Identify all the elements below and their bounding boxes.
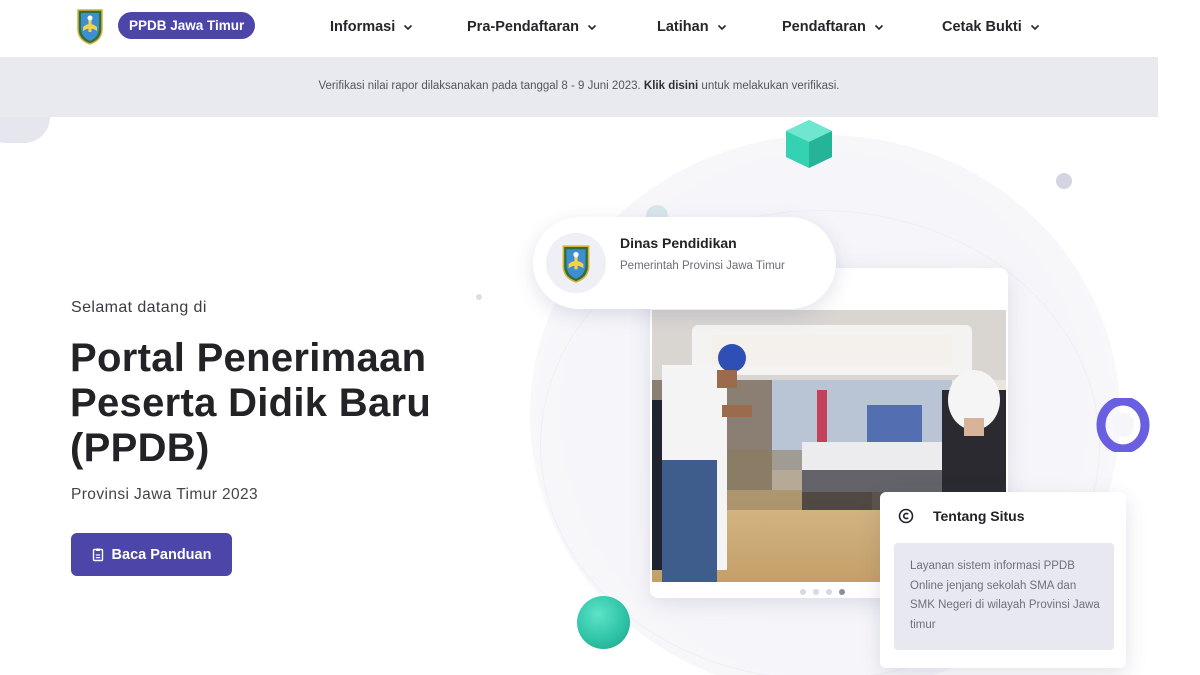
about-text: Layanan sistem informasi PPDB Online jen… xyxy=(910,560,1100,631)
nav-item-label: Pra-Pendaftaran xyxy=(467,19,580,35)
carousel-dots xyxy=(800,589,845,595)
chevron-down-icon xyxy=(404,24,413,31)
carousel-dot[interactable] xyxy=(813,589,819,595)
org-subtitle: Pemerintah Provinsi Jawa Timur xyxy=(620,260,785,272)
banner-text-after: untuk melakukan verifikasi. xyxy=(698,80,840,92)
nav-item-label: Informasi xyxy=(330,19,396,35)
decorative-dot xyxy=(1056,173,1072,189)
top-navbar: PPDB Jawa Timur Informasi Pra-Pendaftara… xyxy=(0,0,1200,55)
carousel-dot[interactable] xyxy=(800,589,806,595)
east-java-crest-icon[interactable] xyxy=(76,7,104,45)
chevron-down-icon xyxy=(874,24,883,31)
document-icon xyxy=(92,548,103,561)
nav-item-label: Latihan xyxy=(657,19,709,35)
chevron-down-icon xyxy=(587,24,597,31)
copyright-circle-icon xyxy=(898,508,914,524)
nav-item-latihan[interactable]: Latihan xyxy=(657,16,727,38)
east-java-crest-icon xyxy=(562,245,590,283)
read-guide-button[interactable]: Baca Panduan xyxy=(71,533,232,576)
about-title: Tentang Situs xyxy=(933,508,1025,524)
nav-item-pra-pendaftaran[interactable]: Pra-Pendaftaran xyxy=(467,16,597,38)
chevron-down-icon xyxy=(1030,24,1039,31)
nav-item-label: Pendaftaran xyxy=(782,19,866,35)
read-guide-label: Baca Panduan xyxy=(111,546,212,563)
nav-item-pendaftaran[interactable]: Pendaftaran xyxy=(782,16,884,38)
carousel-dot[interactable] xyxy=(826,589,832,595)
banner-link[interactable]: Klik disini xyxy=(644,80,698,92)
banner-text-before: Verifikasi nilai rapor dilaksanakan pada… xyxy=(318,80,644,92)
announcement-banner: Verifikasi nilai rapor dilaksanakan pada… xyxy=(0,57,1158,117)
nav-item-label: Cetak Bukti xyxy=(942,19,1022,35)
brand-badge[interactable]: PPDB Jawa Timur xyxy=(118,12,256,39)
nav-item-cetak-bukti[interactable]: Cetak Bukti xyxy=(942,16,1040,38)
decorative-ring xyxy=(1096,398,1150,452)
decorative-cube xyxy=(786,120,832,168)
decorative-sphere xyxy=(577,596,630,649)
decorative-dot xyxy=(476,294,482,300)
org-title: Dinas Pendidikan xyxy=(620,235,737,251)
carousel-dot-active[interactable] xyxy=(839,589,845,595)
banner-message: Verifikasi nilai rapor dilaksanakan pada… xyxy=(0,80,1158,92)
hero-welcome: Selamat datang di xyxy=(71,299,207,316)
page-title: Portal Penerimaan Peserta Didik Baru (PP… xyxy=(70,336,432,470)
hero-subtitle: Provinsi Jawa Timur 2023 xyxy=(71,486,259,503)
decorative-blob xyxy=(0,117,50,143)
nav-item-informasi[interactable]: Informasi xyxy=(330,16,413,38)
chevron-down-icon xyxy=(717,24,726,31)
